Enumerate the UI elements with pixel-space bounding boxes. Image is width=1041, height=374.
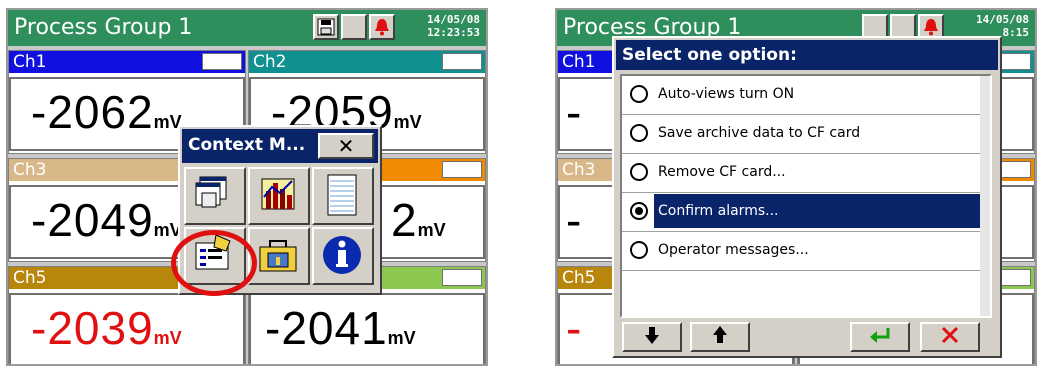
unit-text: mV [387,328,416,348]
time-text: 12:23:53 [427,26,480,39]
unit-text: mV [393,112,422,132]
channel-value: - [566,302,583,354]
channel-name: Ch1 [562,52,596,72]
date-text: 14/05/08 [976,13,1029,26]
options-dialog: Select one option: Auto-views turn ON Sa… [612,36,1002,358]
option-operator-messages[interactable]: Operator messages... [622,232,990,271]
channel-name: Ch2 [253,52,287,72]
context-menu-title-bar: Context M... ✕ [182,129,378,163]
cancel-button[interactable] [920,322,980,352]
channel-name: Ch5 [562,268,596,288]
channel-value: 2mV [391,193,446,257]
channel-value: -2039mV [31,301,182,364]
radio-button[interactable] [630,241,648,259]
radio-dot [635,207,643,215]
save-icon[interactable] [313,14,339,40]
channel-header: Ch1 [9,51,245,73]
value-text: -2049 [31,194,154,246]
option-auto-views[interactable]: Auto-views turn ON [622,76,990,115]
channel-status-box [202,53,242,70]
channel-value-box: -2039mV [9,293,245,364]
channel-value: - [566,194,583,246]
option-label: Confirm alarms... [654,194,988,228]
channel-value: - [566,86,583,138]
recorder-screen-right: Process Group 1 14/05/08 8:15 Ch1 - Ch3 … [555,8,1037,366]
group-title[interactable]: Process Group 1 [14,15,192,41]
radio-button[interactable] [630,163,648,181]
window-list-icon[interactable] [184,167,246,225]
options-dialog-title: Select one option: [622,45,797,65]
toolbox-icon[interactable] [248,227,310,285]
info-icon[interactable] [312,227,374,285]
notepad-icon[interactable] [312,167,374,225]
value-text: -2039 [31,302,154,354]
option-confirm-alarms[interactable]: Confirm alarms... [622,193,990,232]
highlight-circle [171,230,257,296]
channel-value: -2041mV [265,301,416,364]
option-label: Remove CF card... [658,164,786,180]
channel-header: Ch2 [249,51,485,73]
recorder-screen-left: Process Group 1 14/05/08 12:23:53 Ch1 -2… [6,8,488,366]
enter-button[interactable] [850,322,910,352]
radio-button-checked[interactable] [630,202,648,220]
option-label: Save archive data to CF card [658,125,861,141]
close-button[interactable]: ✕ [318,133,374,159]
context-menu-title: Context M... [188,135,306,155]
channel-status-box [442,53,482,70]
channel-status-box [442,161,482,178]
channel-name: Ch3 [562,160,596,180]
value-text: -2062 [31,86,154,138]
channel-name: Ch5 [13,268,47,288]
title-bar: Process Group 1 14/05/08 12:23:53 [8,10,486,46]
value-text: 2 [391,194,418,246]
value-text: -2041 [265,302,388,354]
channel-name: Ch3 [13,160,47,180]
scroll-down-button[interactable] [622,322,682,352]
chart-icon[interactable] [248,167,310,225]
option-remove-cf[interactable]: Remove CF card... [622,154,990,193]
channel-value-box: -2041mV [249,293,485,364]
options-scrollbar[interactable] [980,76,990,316]
unit-text: mV [153,328,182,348]
radio-button[interactable] [630,85,648,103]
options-dialog-title-bar: Select one option: [616,40,998,70]
options-list: Auto-views turn ON Save archive data to … [620,74,992,318]
unit-text: mV [417,220,446,240]
channel-value: -2062mV [31,85,182,149]
option-save-archive[interactable]: Save archive data to CF card [622,115,990,154]
datetime: 14/05/08 12:23:53 [427,13,480,39]
channel-name: Ch1 [13,52,47,72]
date-text: 14/05/08 [427,13,480,26]
scroll-up-button[interactable] [690,322,750,352]
blank-status-icon [341,14,367,40]
channel-value: -2049mV [31,193,182,257]
option-label: Auto-views turn ON [658,86,795,102]
channel-status-box [442,269,482,286]
option-label: Operator messages... [658,242,809,258]
radio-button[interactable] [630,124,648,142]
alarm-bell-icon[interactable] [369,14,395,40]
